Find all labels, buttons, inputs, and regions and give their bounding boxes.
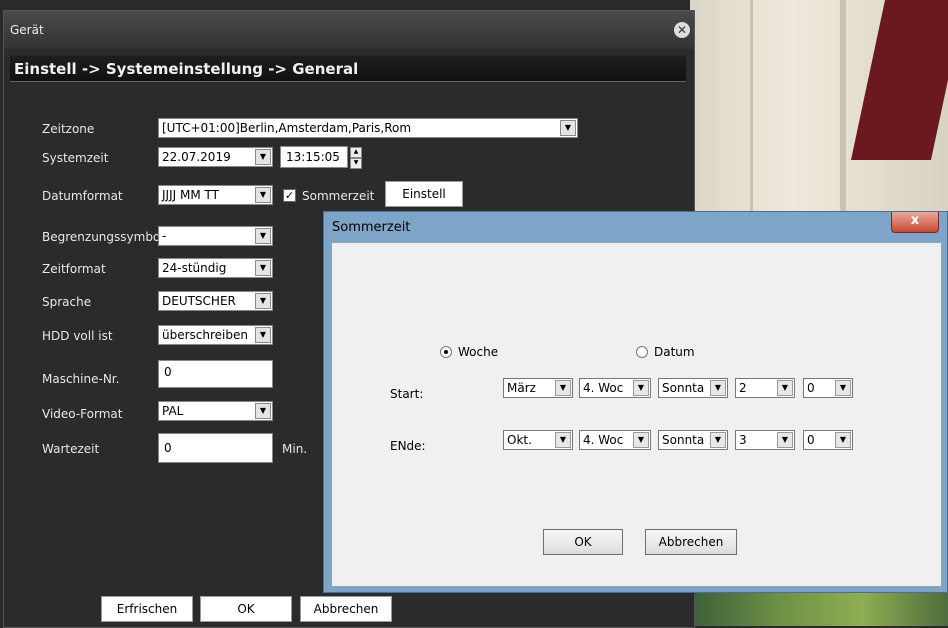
chevron-down-icon: ▼ (255, 260, 271, 276)
sommerzeit-label: Sommerzeit (302, 189, 375, 203)
radio-woche[interactable] (440, 346, 452, 358)
chevron-down-icon: ▼ (255, 403, 271, 419)
dialog-ok-button[interactable]: OK (543, 529, 623, 555)
wartezeit-input[interactable]: 0 (158, 433, 273, 463)
start-day-select[interactable]: Sonnta ▼ (658, 378, 728, 398)
chevron-down-icon: ▼ (255, 293, 271, 309)
videoformat-value: PAL (162, 404, 184, 418)
start-label: Start: (390, 387, 424, 401)
chevron-down-icon: ▼ (555, 380, 571, 396)
wartezeit-label: Wartezeit (42, 442, 100, 456)
start-hour-select[interactable]: 2 ▼ (735, 378, 795, 398)
datumformat-label: Datumformat (42, 189, 123, 203)
end-minute-select[interactable]: 0 ▼ (803, 430, 853, 450)
sprache-select[interactable]: DEUTSCHER ▼ (158, 291, 273, 311)
zeitformat-label: Zeitformat (42, 262, 106, 276)
chevron-down-icon: ▼ (255, 327, 271, 343)
end-month-select[interactable]: Okt. ▼ (503, 430, 573, 450)
breadcrumb: Einstell -> Systemeinstellung -> General (10, 56, 686, 82)
ok-button[interactable]: OK (200, 596, 292, 622)
end-week-select[interactable]: 4. Woc ▼ (579, 430, 651, 450)
hdd-label: HDD voll ist (42, 329, 113, 343)
close-icon[interactable]: ✕ (674, 22, 690, 38)
chevron-down-icon: ▼ (777, 380, 793, 396)
zeitzone-value: [UTC+01:00]Berlin,Amsterdam,Paris,Rom (162, 121, 412, 135)
chevron-down-icon: ▼ (255, 228, 271, 244)
sprache-value: DEUTSCHER (162, 294, 236, 308)
videoformat-label: Video-Format (42, 407, 123, 421)
chevron-down-icon: ▼ (633, 380, 649, 396)
radio-datum-label: Datum (654, 345, 695, 359)
chevron-down-icon: ▼ (777, 432, 793, 448)
datumformat-value: JJJJ MM TT (162, 188, 219, 202)
end-day-value: Sonnta (662, 433, 705, 447)
hdd-select[interactable]: überschreiben ▼ (158, 325, 273, 345)
begrenzung-select[interactable]: - ▼ (158, 226, 273, 246)
sommerzeit-dialog: Sommerzeit x Woche Datum Start: März ▼ 4.… (323, 211, 948, 593)
time-spinner[interactable]: ▲ ▼ (350, 147, 362, 169)
zeitzone-label: Zeitzone (42, 122, 95, 136)
systemzeit-label: Systemzeit (42, 151, 109, 165)
end-label: ENde: (390, 439, 426, 453)
dialog-body: Woche Datum Start: März ▼ 4. Woc ▼ Sonnta ▼… (331, 242, 942, 587)
videoformat-select[interactable]: PAL ▼ (158, 401, 273, 421)
start-minute-value: 0 (807, 381, 815, 395)
start-month-select[interactable]: März ▼ (503, 378, 573, 398)
datumformat-select[interactable]: JJJJ MM TT ▼ (158, 185, 273, 205)
chevron-down-icon: ▼ (633, 432, 649, 448)
start-week-value: 4. Woc (583, 381, 624, 395)
time-input[interactable]: 13:15:05 (280, 146, 348, 168)
chevron-down-icon: ▼ (255, 187, 271, 203)
chevron-down-icon: ▼ (255, 149, 271, 165)
start-hour-value: 2 (739, 381, 747, 395)
begrenzung-value: - (162, 229, 167, 243)
hdd-value: überschreiben (162, 328, 248, 342)
date-select[interactable]: 22.07.2019 ▼ (158, 147, 273, 167)
date-value: 22.07.2019 (162, 150, 231, 164)
chevron-down-icon: ▼ (710, 380, 726, 396)
end-minute-value: 0 (807, 433, 815, 447)
zeitformat-value: 24-stündig (162, 261, 227, 275)
end-day-select[interactable]: Sonnta ▼ (658, 430, 728, 450)
zeitformat-select[interactable]: 24-stündig ▼ (158, 258, 273, 278)
dialog-cancel-button[interactable]: Abbrechen (645, 529, 737, 555)
refresh-button[interactable]: Erfrischen (101, 596, 193, 622)
dialog-title: Sommerzeit (332, 220, 411, 235)
end-hour-select[interactable]: 3 ▼ (735, 430, 795, 450)
chevron-down-icon: ▼ (710, 432, 726, 448)
einstell-button[interactable]: Einstell (385, 181, 463, 207)
start-minute-select[interactable]: 0 ▼ (803, 378, 853, 398)
end-week-value: 4. Woc (583, 433, 624, 447)
spin-down-icon[interactable]: ▼ (350, 158, 362, 169)
begrenzung-label: Begrenzungssymbo (42, 230, 161, 244)
spin-up-icon[interactable]: ▲ (350, 147, 362, 158)
chevron-down-icon: ▼ (560, 120, 576, 136)
sprache-label: Sprache (42, 295, 92, 309)
start-day-value: Sonnta (662, 381, 705, 395)
red-sign (850, 0, 948, 160)
chevron-down-icon: ▼ (835, 432, 851, 448)
start-week-select[interactable]: 4. Woc ▼ (579, 378, 651, 398)
radio-datum[interactable] (636, 346, 648, 358)
window-title: Gerät (10, 23, 44, 37)
maschine-input[interactable]: 0 (158, 360, 273, 388)
dialog-close-button[interactable]: x (891, 212, 939, 233)
radio-woche-label: Woche (458, 345, 499, 359)
start-month-value: März (507, 381, 536, 395)
end-hour-value: 3 (739, 433, 747, 447)
foliage (690, 588, 948, 626)
chevron-down-icon: ▼ (835, 380, 851, 396)
chevron-down-icon: ▼ (555, 432, 571, 448)
cancel-button[interactable]: Abbrechen (300, 596, 392, 622)
end-month-value: Okt. (507, 433, 532, 447)
window-titlebar: Gerät ✕ (4, 11, 694, 49)
maschine-label: Maschine-Nr. (42, 372, 120, 386)
sommerzeit-checkbox[interactable]: ✓ (283, 189, 296, 202)
zeitzone-select[interactable]: [UTC+01:00]Berlin,Amsterdam,Paris,Rom ▼ (158, 118, 578, 138)
wartezeit-unit: Min. (282, 442, 308, 456)
